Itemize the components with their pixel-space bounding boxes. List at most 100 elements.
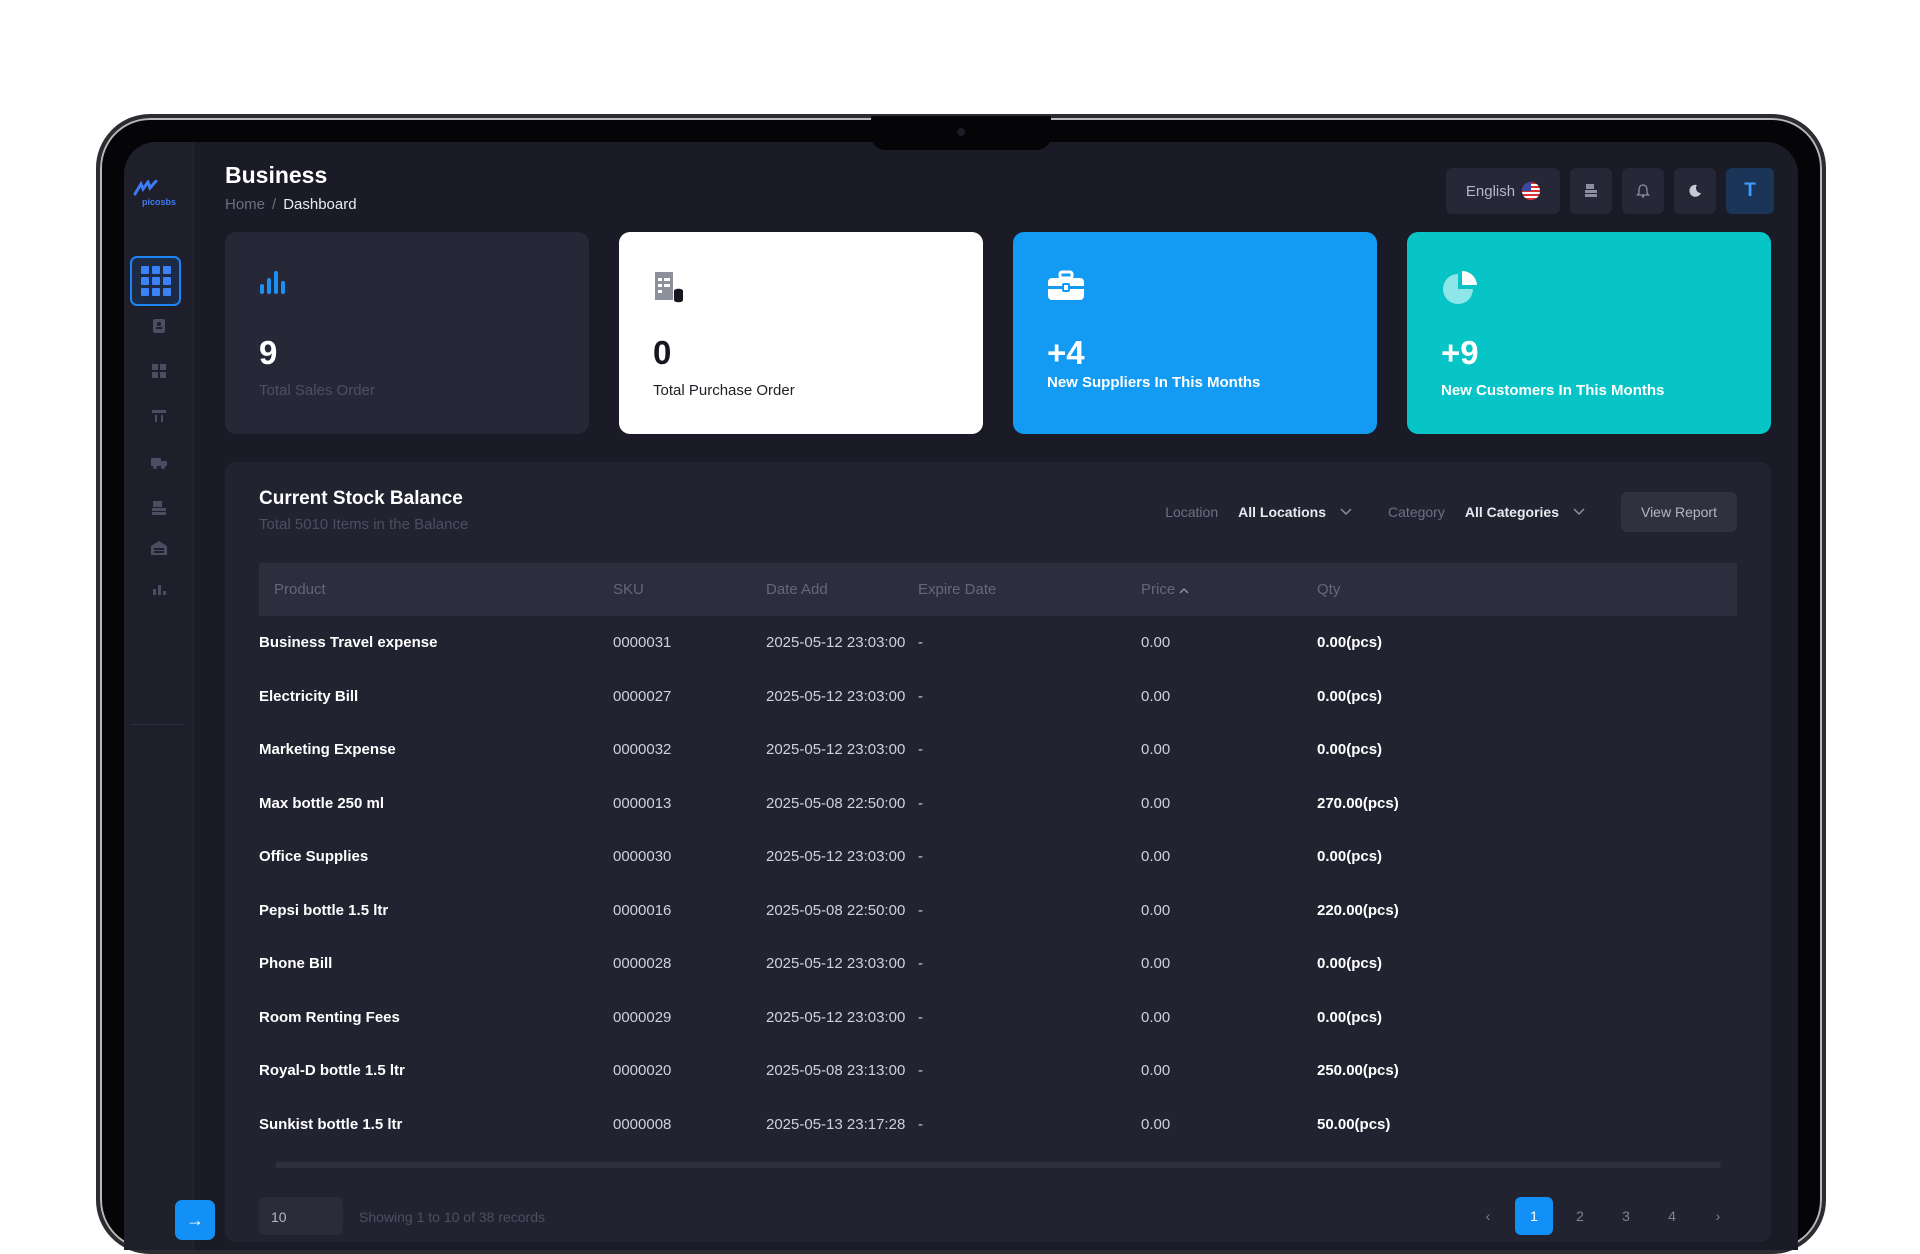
location-label: Location — [1165, 504, 1219, 520]
cell-product: Phone Bill — [259, 955, 333, 973]
cell-product: Business Travel expense — [259, 634, 438, 652]
sidebar-item-contacts[interactable] — [146, 315, 172, 337]
truck-icon — [151, 458, 167, 469]
location-select[interactable]: All Locations — [1238, 504, 1352, 520]
table-row[interactable]: Phone Bill 0000028 2025-05-12 23:03:00- 0.0… — [259, 937, 1737, 991]
store-button[interactable] — [1570, 168, 1612, 214]
language-selector[interactable]: English — [1446, 168, 1560, 214]
cell-sku: 0000013 — [613, 794, 672, 812]
table-row[interactable]: Sunkist bottle 1.5 ltr 0000008 2025-05-13 … — [259, 1098, 1737, 1152]
cell-qty: 250.00(pcs) — [1317, 1062, 1399, 1080]
report-chart-icon — [153, 585, 166, 595]
stock-balance-panel: Current Stock Balance Total 5010 Items i… — [225, 462, 1771, 1242]
user-avatar[interactable]: T — [1726, 168, 1774, 214]
cell-sku: 0000032 — [613, 741, 672, 759]
breadcrumb-current: Dashboard — [283, 196, 357, 213]
sidebar-item-reports[interactable] — [146, 577, 172, 599]
column-header-sku[interactable]: SKU — [613, 563, 766, 616]
page-button-3[interactable]: 3 — [1607, 1197, 1645, 1235]
cell-price: 0.00 — [1141, 687, 1171, 705]
table-row[interactable]: Max bottle 250 ml 0000013 2025-05-08 22:50… — [259, 777, 1737, 831]
table-row[interactable]: Room Renting Fees 0000029 2025-05-12 23:03… — [259, 991, 1737, 1045]
column-header-product[interactable]: Product — [259, 563, 613, 616]
logo[interactable]: picosbs — [132, 180, 186, 207]
table-row[interactable]: Business Travel expense 0000031 2025-05-12… — [259, 616, 1737, 670]
sidebar-item-products[interactable] — [146, 360, 172, 382]
view-report-button[interactable]: View Report — [1620, 492, 1737, 532]
cell-qty: 0.00(pcs) — [1317, 955, 1383, 973]
theme-toggle-button[interactable] — [1674, 168, 1716, 214]
sidebar-item-transfer[interactable] — [146, 405, 172, 427]
page-buttons: ‹ 1 2 3 4 › — [1469, 1197, 1737, 1235]
records-info: Showing 1 to 10 of 38 records — [359, 1209, 546, 1225]
cell-expire-date: - — [918, 741, 923, 759]
sidebar-item-purchase[interactable] — [146, 497, 172, 519]
cell-expire-date: - — [918, 955, 923, 973]
cell-date-add: 2025-05-08 22:50:00 — [766, 794, 906, 812]
cell-price: 0.00 — [1141, 901, 1171, 919]
language-label: English — [1465, 182, 1516, 200]
pagination: 10 Showing 1 to 10 of 38 records ‹ 1 2 3… — [259, 1197, 1737, 1237]
sidebar-item-dashboard[interactable] — [130, 256, 181, 306]
table-row[interactable]: Office Supplies 0000030 2025-05-12 23:03:0… — [259, 830, 1737, 884]
top-toolbar: English T — [1446, 168, 1774, 214]
logo-mark-icon — [133, 180, 158, 196]
sidebar-item-delivery[interactable] — [146, 451, 172, 473]
cell-expire-date: - — [918, 794, 923, 812]
grid-icon — [140, 266, 171, 296]
stat-card-new-suppliers[interactable]: +4 New Suppliers In This Months — [1013, 232, 1377, 434]
moon-icon — [1689, 184, 1701, 197]
page-button-4[interactable]: 4 — [1653, 1197, 1691, 1235]
stat-card-new-customers[interactable]: +9 New Customers In This Months — [1407, 232, 1771, 434]
chevron-down-icon — [1573, 508, 1585, 516]
expand-sidebar-button[interactable]: → — [175, 1200, 215, 1240]
table-row[interactable]: Pepsi bottle 1.5 ltr 0000016 2025-05-08 22… — [259, 884, 1737, 938]
us-flag-icon — [1522, 182, 1541, 200]
column-header-qty[interactable]: Qty — [1317, 563, 1737, 616]
page-title: Business — [225, 162, 328, 188]
cell-product: Room Renting Fees — [259, 1008, 400, 1026]
table-row[interactable]: Marketing Expense 0000032 2025-05-12 23:03… — [259, 723, 1737, 777]
stat-card-sales-orders[interactable]: 9 Total Sales Order — [225, 232, 589, 434]
column-header-expire-date[interactable]: Expire Date — [918, 563, 1141, 616]
sidebar-item-warehouse[interactable] — [146, 537, 172, 559]
logo-text: picosbs — [141, 197, 176, 207]
category-select[interactable]: All Categories — [1465, 504, 1585, 520]
cell-qty: 0.00(pcs) — [1317, 687, 1383, 705]
stat-card-purchase-orders[interactable]: 0 Total Purchase Order — [619, 232, 983, 434]
table-header-row: Product SKU Date Add Expire Date Price Q… — [259, 563, 1737, 616]
page-size-select[interactable]: 10 — [259, 1197, 343, 1235]
cell-sku: 0000016 — [613, 901, 672, 919]
table-row[interactable]: Royal-D bottle 1.5 ltr 0000020 2025-05-08 … — [259, 1044, 1737, 1098]
stat-label: Total Purchase Order — [653, 382, 795, 399]
stats-cards: 9 Total Sales Order 0 Total Purchase Ord… — [225, 232, 1771, 434]
cell-product: Office Supplies — [259, 848, 369, 866]
breadcrumb-home[interactable]: Home — [225, 196, 265, 213]
screen: picosbs → Business Home / Dashboard Englis… — [124, 142, 1798, 1250]
cell-date-add: 2025-05-12 23:03:00 — [766, 634, 906, 652]
next-page-icon[interactable]: › — [1699, 1197, 1737, 1235]
stat-value: +9 — [1441, 334, 1479, 371]
cell-qty: 0.00(pcs) — [1317, 848, 1383, 866]
table-row[interactable]: Electricity Bill 0000027 2025-05-12 23:03:… — [259, 670, 1737, 724]
cell-sku: 0000027 — [613, 687, 672, 705]
bell-icon — [1636, 184, 1650, 198]
cell-qty: 50.00(pcs) — [1317, 1115, 1391, 1133]
prev-page-icon[interactable]: ‹ — [1469, 1197, 1507, 1235]
bar-chart-icon — [260, 271, 285, 294]
warehouse-icon — [151, 541, 167, 555]
stat-label: New Customers In This Months — [1441, 382, 1665, 399]
column-header-date-add[interactable]: Date Add — [766, 563, 918, 616]
cell-date-add: 2025-05-12 23:03:00 — [766, 741, 906, 759]
camera-icon — [957, 128, 965, 136]
breadcrumb: Home / Dashboard — [225, 196, 357, 213]
page-button-1[interactable]: 1 — [1515, 1197, 1553, 1235]
page-button-2[interactable]: 2 — [1561, 1197, 1599, 1235]
sidebar: picosbs — [124, 142, 194, 1250]
filters: Location All Locations Category All Cate… — [1165, 492, 1737, 532]
column-header-price[interactable]: Price — [1141, 563, 1317, 616]
notifications-button[interactable] — [1622, 168, 1664, 214]
horizontal-scrollbar[interactable] — [275, 1162, 1721, 1168]
column-header-price-label: Price — [1141, 581, 1176, 598]
cell-date-add: 2025-05-08 23:13:00 — [766, 1062, 906, 1080]
